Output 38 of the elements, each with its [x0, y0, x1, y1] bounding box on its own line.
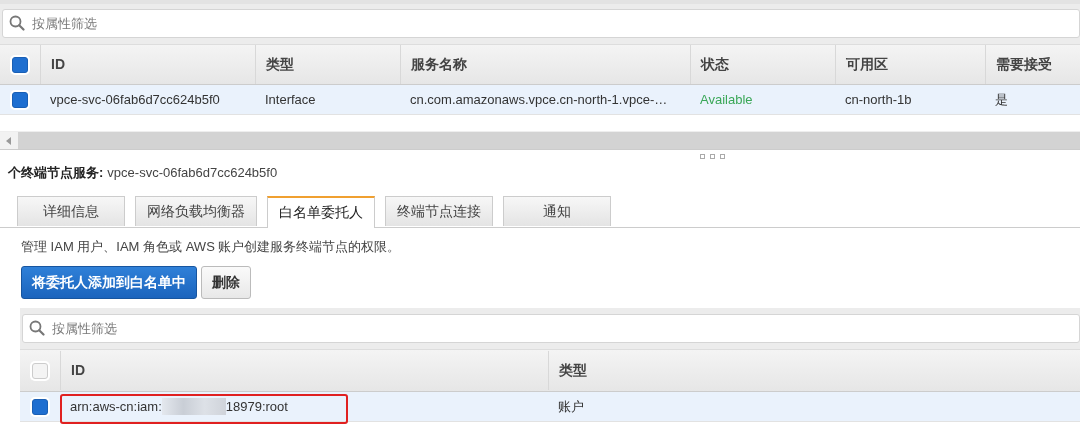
id-text: arn:aws-cn:iam: [70, 399, 162, 414]
tab[interactable]: 详细信息 [17, 196, 125, 226]
table-cell-text: cn-north-1b [844, 92, 913, 107]
description-text: 管理 IAM 用户、IAM 角色或 AWS 账户创建服务终端节点的权限。 [20, 238, 402, 256]
id-text: 18979:root [225, 399, 288, 414]
resize-handle[interactable] [700, 153, 726, 159]
column-header[interactable]: ID [60, 351, 548, 390]
tab[interactable]: 通知 [503, 196, 611, 226]
table-row[interactable]: vpce-svc-06fab6d7cc624b5f0 Interface cn.com.amazonaws.vpce.cn-north-1.vpce-… Available cn-north-1b 是 [0, 85, 1080, 115]
checkbox[interactable] [32, 398, 48, 415]
checkbox[interactable] [12, 91, 28, 108]
tab[interactable]: 白名单委托人 [267, 196, 375, 228]
checkbox[interactable] [12, 56, 28, 73]
tab[interactable]: 终端节点连接 [385, 196, 493, 226]
details-value: vpce-svc-06fab6d7cc624b5f0 [107, 165, 278, 180]
delete-button[interactable]: 删除 [201, 266, 251, 299]
filter-field[interactable]: 按属性筛选 [2, 9, 1080, 38]
details-label: 个终端节点服务: [8, 165, 104, 180]
search-icon [29, 320, 45, 336]
status-text: Available [699, 92, 754, 107]
table-cell-text: Interface [264, 92, 317, 107]
column-header[interactable]: 类型 [255, 45, 400, 84]
column-header[interactable]: ID [40, 45, 255, 84]
filter-field[interactable]: 按属性筛选 [22, 314, 1080, 343]
table-cell-text: vpce-svc-06fab6d7cc624b5f0 [49, 92, 221, 107]
add-button[interactable]: 将委托人添加到白名单中 [21, 266, 197, 299]
table-cell-text: 账户 [557, 397, 585, 416]
search-icon [9, 15, 25, 31]
tab[interactable]: 网络负载均衡器 [135, 196, 257, 226]
table-cell-text: cn.com.amazonaws.vpce.cn-north-1.vpce-… [409, 92, 669, 107]
column-header[interactable]: 类型 [548, 351, 1080, 390]
column-header[interactable]: 可用区 [835, 45, 985, 84]
table-row[interactable]: arn:aws-cn:iam: 18979:root 账户 [20, 392, 1080, 422]
column-header[interactable]: 需要接受 [985, 45, 1080, 84]
column-header[interactable]: 服务名称 [400, 45, 690, 84]
horizontal-scrollbar[interactable] [0, 131, 1080, 150]
table-cell-text: 是 [994, 90, 1009, 109]
column-header[interactable]: 状态 [690, 45, 835, 84]
